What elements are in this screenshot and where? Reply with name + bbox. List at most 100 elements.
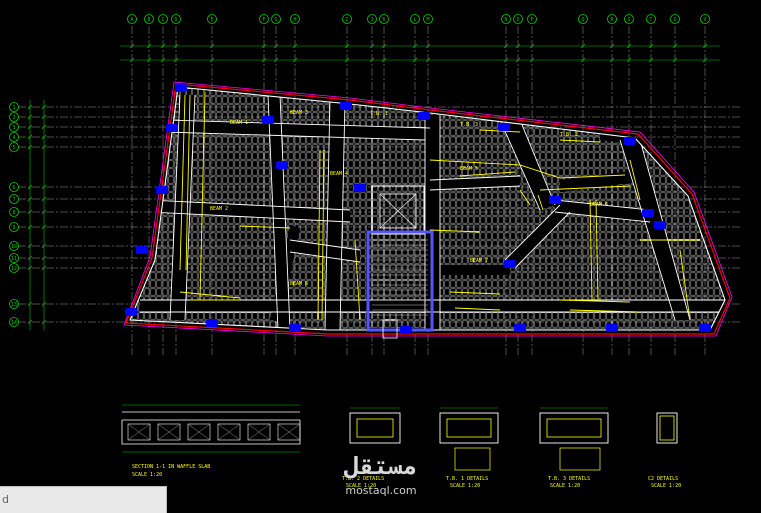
axis-label: 4: [12, 135, 15, 141]
column: [418, 112, 430, 120]
axis-label: 14: [11, 320, 17, 326]
column: [400, 326, 412, 334]
column: [156, 186, 168, 194]
axis-label: L: [413, 17, 416, 23]
axis-bubble-R: R: [607, 14, 617, 24]
axis-bubble-F: F: [259, 14, 269, 24]
waffle-section: SECTION 1-1 IN WAFFLE SLAB SCALE 1:20: [121, 404, 301, 478]
axis-bubble-Q: Q: [578, 14, 588, 24]
axis-bubble-14: 14: [9, 317, 19, 327]
axis-label: U: [673, 17, 676, 23]
column: [125, 308, 137, 316]
axis-label: F: [262, 17, 265, 23]
beam-label: BEAM 8: [290, 281, 308, 287]
beam-label: BEAM 2: [210, 206, 228, 212]
axis-label: H: [293, 17, 296, 23]
watermark-site: mostaql.com: [345, 484, 417, 497]
axis-label: 9: [12, 225, 15, 231]
axis-bubble-T: T: [646, 14, 656, 24]
column: [514, 324, 526, 332]
axis-bubble-D: D: [171, 14, 181, 24]
detail-2: T.B. 1 DETAILS SCALE 1:20: [439, 407, 499, 489]
axis-bubble-K: K: [379, 14, 389, 24]
axis-bubble-P: P: [527, 14, 537, 24]
axis-label: 1: [12, 105, 15, 111]
command-line-input[interactable]: d: [0, 486, 167, 513]
beam-label: T.B. 3: [460, 122, 478, 128]
axis-label: 6: [12, 185, 15, 191]
section-title: SECTION 1-1 IN WAFFLE SLAB: [132, 464, 210, 470]
axis-label: K: [382, 17, 385, 23]
column-detail-title: C2 DETAILS: [648, 476, 678, 482]
axis-label: 2: [12, 115, 15, 121]
beam-label: BEAM 4: [330, 171, 348, 177]
axis-bubble-G: G: [271, 14, 281, 24]
detail-3-title: T.B. 3 DETAILS: [548, 476, 590, 482]
axis-bubble-O: O: [513, 14, 523, 24]
axis-bubble-H: H: [290, 14, 300, 24]
axis-bubble-1: 1: [9, 102, 19, 112]
axis-bubble-8: 8: [9, 207, 19, 217]
axis-bubble-7: 7: [9, 194, 19, 204]
axis-bubble-4: 4: [9, 132, 19, 142]
axis-bubble-6: 6: [9, 182, 19, 192]
beam-label: T.B. 2: [560, 132, 578, 138]
axis-label: I: [345, 17, 348, 23]
axis-label: O: [516, 17, 519, 23]
axis-bubble-A: A: [127, 14, 137, 24]
axis-bubble-S: S: [624, 14, 634, 24]
axis-label: 3: [12, 125, 15, 131]
axis-label: P: [530, 17, 533, 23]
beam-label: BEAM 3: [290, 110, 308, 116]
column: [549, 196, 561, 204]
detail-2-title: T.B. 1 DETAILS: [446, 476, 488, 482]
axis-label: S: [627, 17, 630, 23]
axis-bubble-12: 12: [9, 263, 19, 273]
axis-label: 8: [12, 210, 15, 216]
axis-label: D: [174, 17, 177, 23]
column: [340, 102, 352, 110]
column: [624, 137, 636, 145]
left-axis-bubbles: 1234567891011121314: [9, 102, 19, 327]
beam-label: BEAM 5: [460, 166, 478, 172]
section-scale: SCALE 1:20: [132, 472, 162, 478]
column: [276, 161, 288, 169]
detail-3: T.B. 3 DETAILS SCALE 1:20: [539, 407, 609, 489]
column: [354, 184, 366, 192]
axis-label: 7: [12, 197, 15, 203]
column: [136, 246, 148, 254]
axis-bubble-V: V: [700, 14, 710, 24]
axis-label: J: [370, 17, 373, 23]
column: [206, 319, 218, 327]
column: [699, 324, 711, 332]
axis-bubble-11: 11: [9, 253, 19, 263]
axis-label: G: [274, 17, 277, 23]
beam-label: BEAM 1: [230, 120, 248, 126]
column: [498, 123, 510, 131]
column: [175, 84, 187, 92]
axis-label: E: [210, 17, 213, 23]
column: [166, 124, 178, 132]
axis-bubble-C: C: [158, 14, 168, 24]
mostaql-logo: مستقل: [344, 452, 417, 480]
axis-bubble-5: 5: [9, 142, 19, 152]
column-detail-scale: SCALE 1:20: [651, 483, 681, 489]
top-axis-bubbles: A B C D E F G H I J K L M N O P Q R S T U V: [127, 14, 710, 24]
beam-label: BEAM 7: [470, 258, 488, 264]
axis-bubble-L: L: [410, 14, 420, 24]
column: [262, 116, 274, 124]
beam-label: BEAM 6: [590, 202, 608, 208]
axis-bubble-I: I: [342, 14, 352, 24]
column-detail: C2 DETAILS SCALE 1:20: [648, 412, 681, 489]
axis-bubble-13: 13: [9, 299, 19, 309]
axis-bubble-B: B: [144, 14, 154, 24]
axis-label: V: [703, 17, 706, 23]
axis-label: 5: [12, 145, 15, 151]
axis-label: C: [161, 17, 164, 23]
command-line-text: d: [2, 493, 9, 506]
detail-3-scale: SCALE 1:20: [550, 483, 580, 489]
axis-label: Q: [581, 17, 584, 23]
cad-drawing-canvas[interactable]: ABCDEFGHIJKLMNOPQRSTUV 12345678910111213…: [0, 0, 761, 512]
axis-bubble-2: 2: [9, 112, 19, 122]
axis-bubble-M: M: [423, 14, 433, 24]
